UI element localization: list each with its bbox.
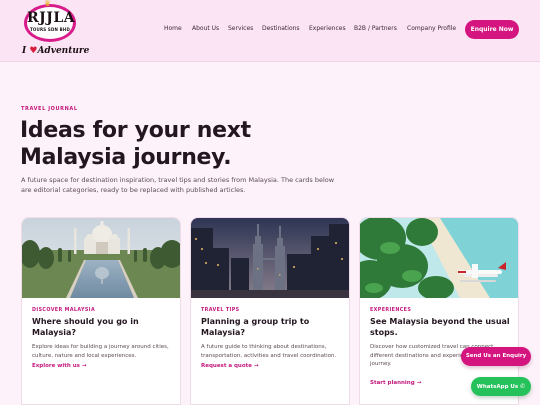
brand-logo[interactable]: ♛ RJJLA TOURS SDN BHD I ♥Adventure (18, 0, 89, 58)
card-body: TRAVEL TIPS Planning a group trip to Mal… (201, 308, 343, 360)
nav-destinations[interactable]: Destinations (262, 25, 300, 32)
enquire-now-button[interactable]: Enquire Now (465, 20, 519, 39)
card-category: TRAVEL TIPS (201, 308, 240, 313)
explore-with-us-link[interactable]: Explore with us → (32, 363, 86, 369)
hero-eyebrow: TRAVEL JOURNAL (21, 106, 78, 112)
card-title[interactable]: Where should you go in Malaysia? (32, 317, 174, 338)
article-card-tips[interactable]: TRAVEL TIPS Planning a group trip to Mal… (190, 217, 350, 405)
logo-name: RJJLA (27, 10, 76, 26)
nav-b2b-partners[interactable]: B2B / Partners (354, 25, 397, 32)
card-category: DISCOVER MALAYSIA (32, 308, 96, 313)
whatsapp-label: WhatsApp Us (476, 384, 519, 390)
nav-experiences[interactable]: Experiences (309, 25, 346, 32)
send-enquiry-button[interactable]: Send Us an Enquiry (461, 347, 531, 366)
request-a-quote-link[interactable]: Request a quote → (201, 363, 259, 369)
card-excerpt: Explore ideas for building a journey aro… (32, 344, 169, 359)
page-title: Ideas for your next Malaysia journey. (20, 118, 251, 170)
logo-subtitle: TOURS SDN BHD (30, 27, 70, 32)
start-planning-link[interactable]: Start planning → (370, 380, 421, 386)
card-excerpt: A future guide to thinking about destina… (201, 344, 337, 359)
nav-services[interactable]: Services (228, 25, 253, 32)
nav-about-us[interactable]: About Us (192, 25, 219, 32)
card-category: EXPERIENCES (370, 308, 412, 313)
city-skyline-image (191, 218, 349, 298)
tagline-prefix: I (22, 46, 27, 56)
hero-description: A future space for destination inspirati… (21, 176, 335, 194)
whatsapp-icon: ✆ (520, 383, 526, 390)
card-title[interactable]: Planning a group trip to Malaysia? (201, 317, 343, 338)
seaplane-beach-image (360, 218, 518, 298)
whatsapp-button[interactable]: WhatsApp Us ✆ (471, 377, 531, 396)
site-header: ♛ RJJLA TOURS SDN BHD I ♥Adventure Home … (0, 0, 540, 62)
palace-reflecting-pool-image (22, 218, 180, 298)
card-title[interactable]: See Malaysia beyond the usual stops. (370, 317, 512, 338)
crown-icon: ♛ (44, 0, 52, 8)
logo-tagline: I ♥Adventure (22, 46, 89, 56)
nav-home[interactable]: Home (164, 25, 182, 32)
card-body: DISCOVER MALAYSIA Where should you go in… (32, 308, 174, 360)
article-card-discover[interactable]: DISCOVER MALAYSIA Where should you go in… (21, 217, 181, 405)
nav-company-profile[interactable]: Company Profile (407, 25, 456, 32)
tagline-suffix: Adventure (37, 46, 90, 56)
